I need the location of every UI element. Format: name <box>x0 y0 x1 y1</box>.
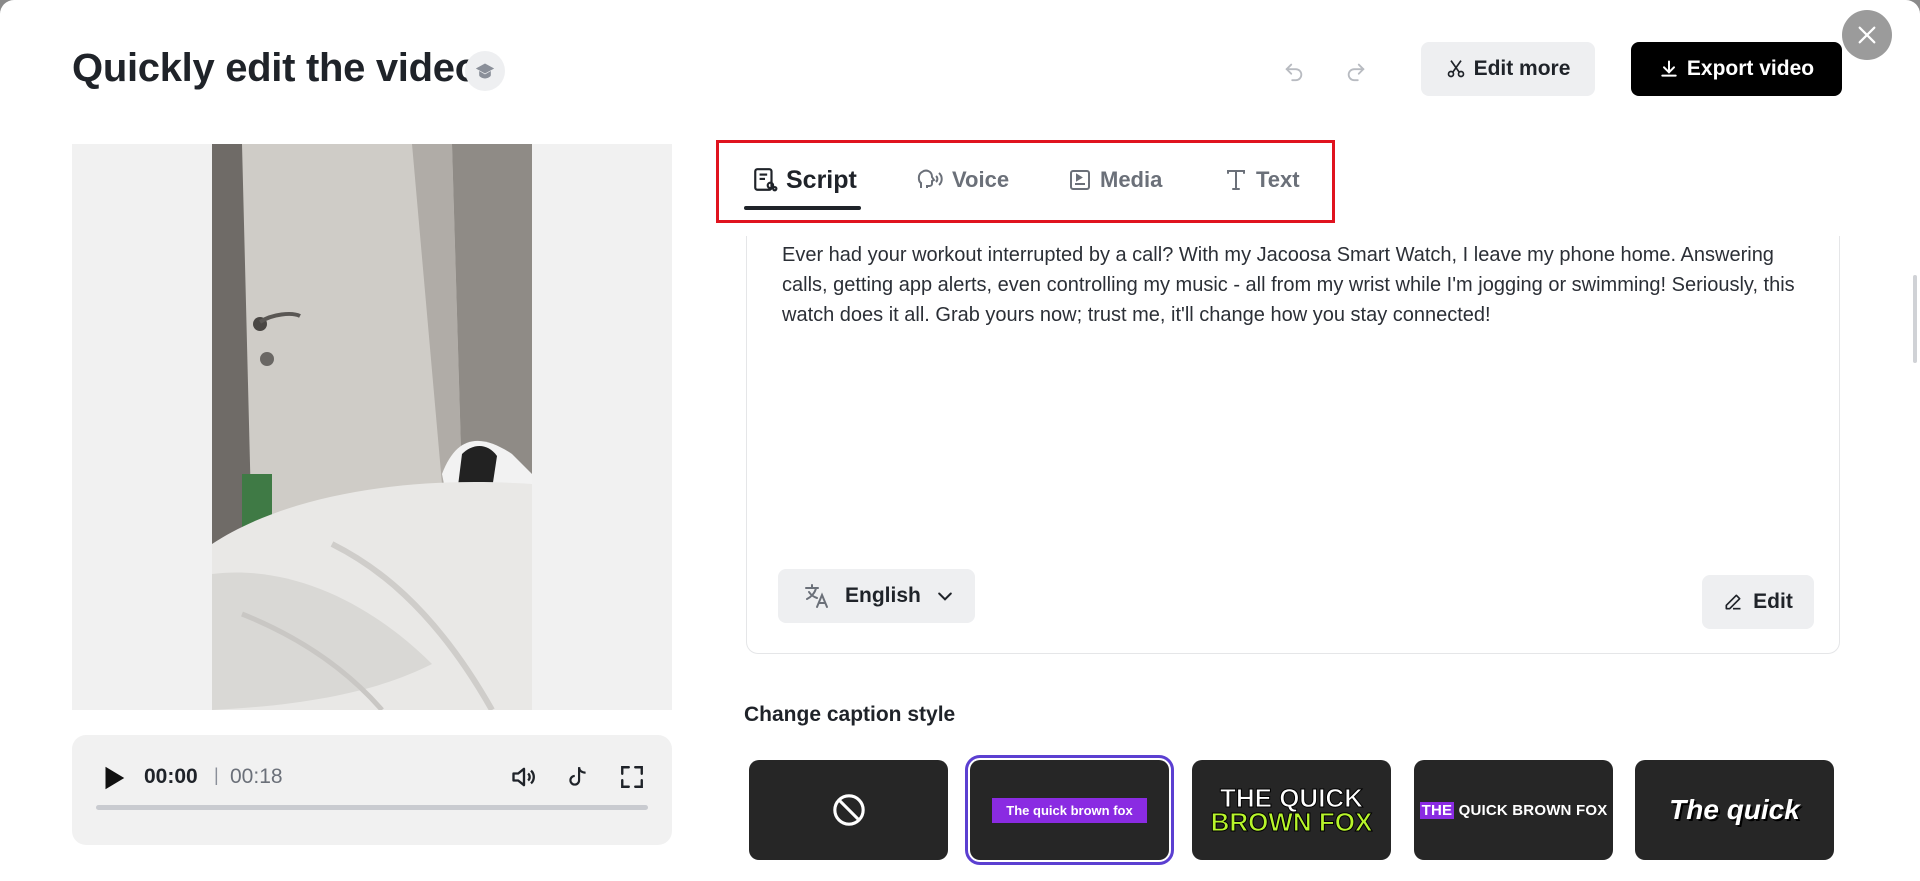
tabs-highlight-box <box>716 140 1335 223</box>
no-style-icon <box>832 794 865 826</box>
edit-more-button[interactable]: Edit more <box>1421 42 1595 96</box>
language-selector[interactable]: English <box>778 569 975 623</box>
tiktok-button[interactable] <box>562 761 594 793</box>
caption-style-small-highlight[interactable]: THE QUICK BROWN FOX <box>1414 760 1613 860</box>
edit-script-button[interactable]: Edit <box>1702 575 1814 629</box>
quick-edit-modal: Quickly edit the video Edit more Export … <box>0 0 1920 881</box>
redo-button[interactable] <box>1340 55 1372 87</box>
caption-style-none[interactable] <box>749 760 948 860</box>
tiktok-icon <box>569 767 586 786</box>
chevron-down-icon <box>938 592 952 601</box>
edit-more-label: Edit more <box>1473 57 1571 80</box>
caption-preview-text: The quick brown fox <box>992 797 1147 823</box>
time-separator: | <box>214 765 219 785</box>
caption-style-purple-highlight[interactable]: The quick brown fox <box>965 755 1174 865</box>
undo-icon <box>1285 63 1303 82</box>
video-thumbnail-image <box>212 144 532 710</box>
script-panel: Ever had your workout interrupted by a c… <box>746 236 1840 654</box>
graduation-cap-icon <box>475 63 495 79</box>
volume-button[interactable] <box>508 761 540 793</box>
total-time: 00:18 <box>230 765 283 788</box>
video-frame[interactable] <box>212 144 532 710</box>
current-time: 00:00 <box>144 765 198 788</box>
video-preview <box>72 144 672 710</box>
play-button[interactable] <box>98 763 128 793</box>
caption-preview-text: THE QUICK BROWN FOX <box>1419 801 1608 819</box>
script-text[interactable]: Ever had your workout interrupted by a c… <box>782 240 1822 330</box>
caption-style-italic[interactable]: The quick <box>1635 760 1834 860</box>
redo-icon <box>1347 63 1365 82</box>
caption-style-bold-green[interactable]: THE QUICK BROWN FOX <box>1192 760 1391 860</box>
page-title: Quickly edit the video <box>72 46 479 90</box>
pencil-icon <box>1725 594 1741 610</box>
translate-icon <box>805 584 828 608</box>
caption-line-2: BROWN FOX <box>1210 807 1373 837</box>
tutorial-badge[interactable] <box>465 51 505 91</box>
caption-rest-text: QUICK BROWN FOX <box>1454 801 1608 819</box>
language-label: English <box>845 584 921 607</box>
close-button[interactable] <box>1842 10 1892 60</box>
export-video-button[interactable]: Export video <box>1631 42 1842 96</box>
caption-highlight-word: THE <box>1419 801 1455 819</box>
progress-bar[interactable] <box>96 805 648 810</box>
caption-style-heading: Change caption style <box>744 703 956 726</box>
fullscreen-icon <box>621 766 643 788</box>
close-icon <box>1858 26 1876 44</box>
volume-icon <box>512 767 535 787</box>
fullscreen-button[interactable] <box>616 761 648 793</box>
scrollbar-thumb[interactable] <box>1913 275 1917 363</box>
export-video-label: Export video <box>1686 57 1815 80</box>
play-icon <box>105 766 125 790</box>
scissors-icon <box>1447 60 1464 78</box>
edit-label: Edit <box>1753 590 1793 613</box>
download-icon <box>1661 60 1677 77</box>
player-controls: 00:00 | 00:18 <box>72 735 672 845</box>
caption-preview-text: The quick <box>1669 794 1800 825</box>
caption-preview-text: THE QUICK BROWN FOX <box>1210 785 1373 837</box>
undo-button[interactable] <box>1278 55 1310 87</box>
